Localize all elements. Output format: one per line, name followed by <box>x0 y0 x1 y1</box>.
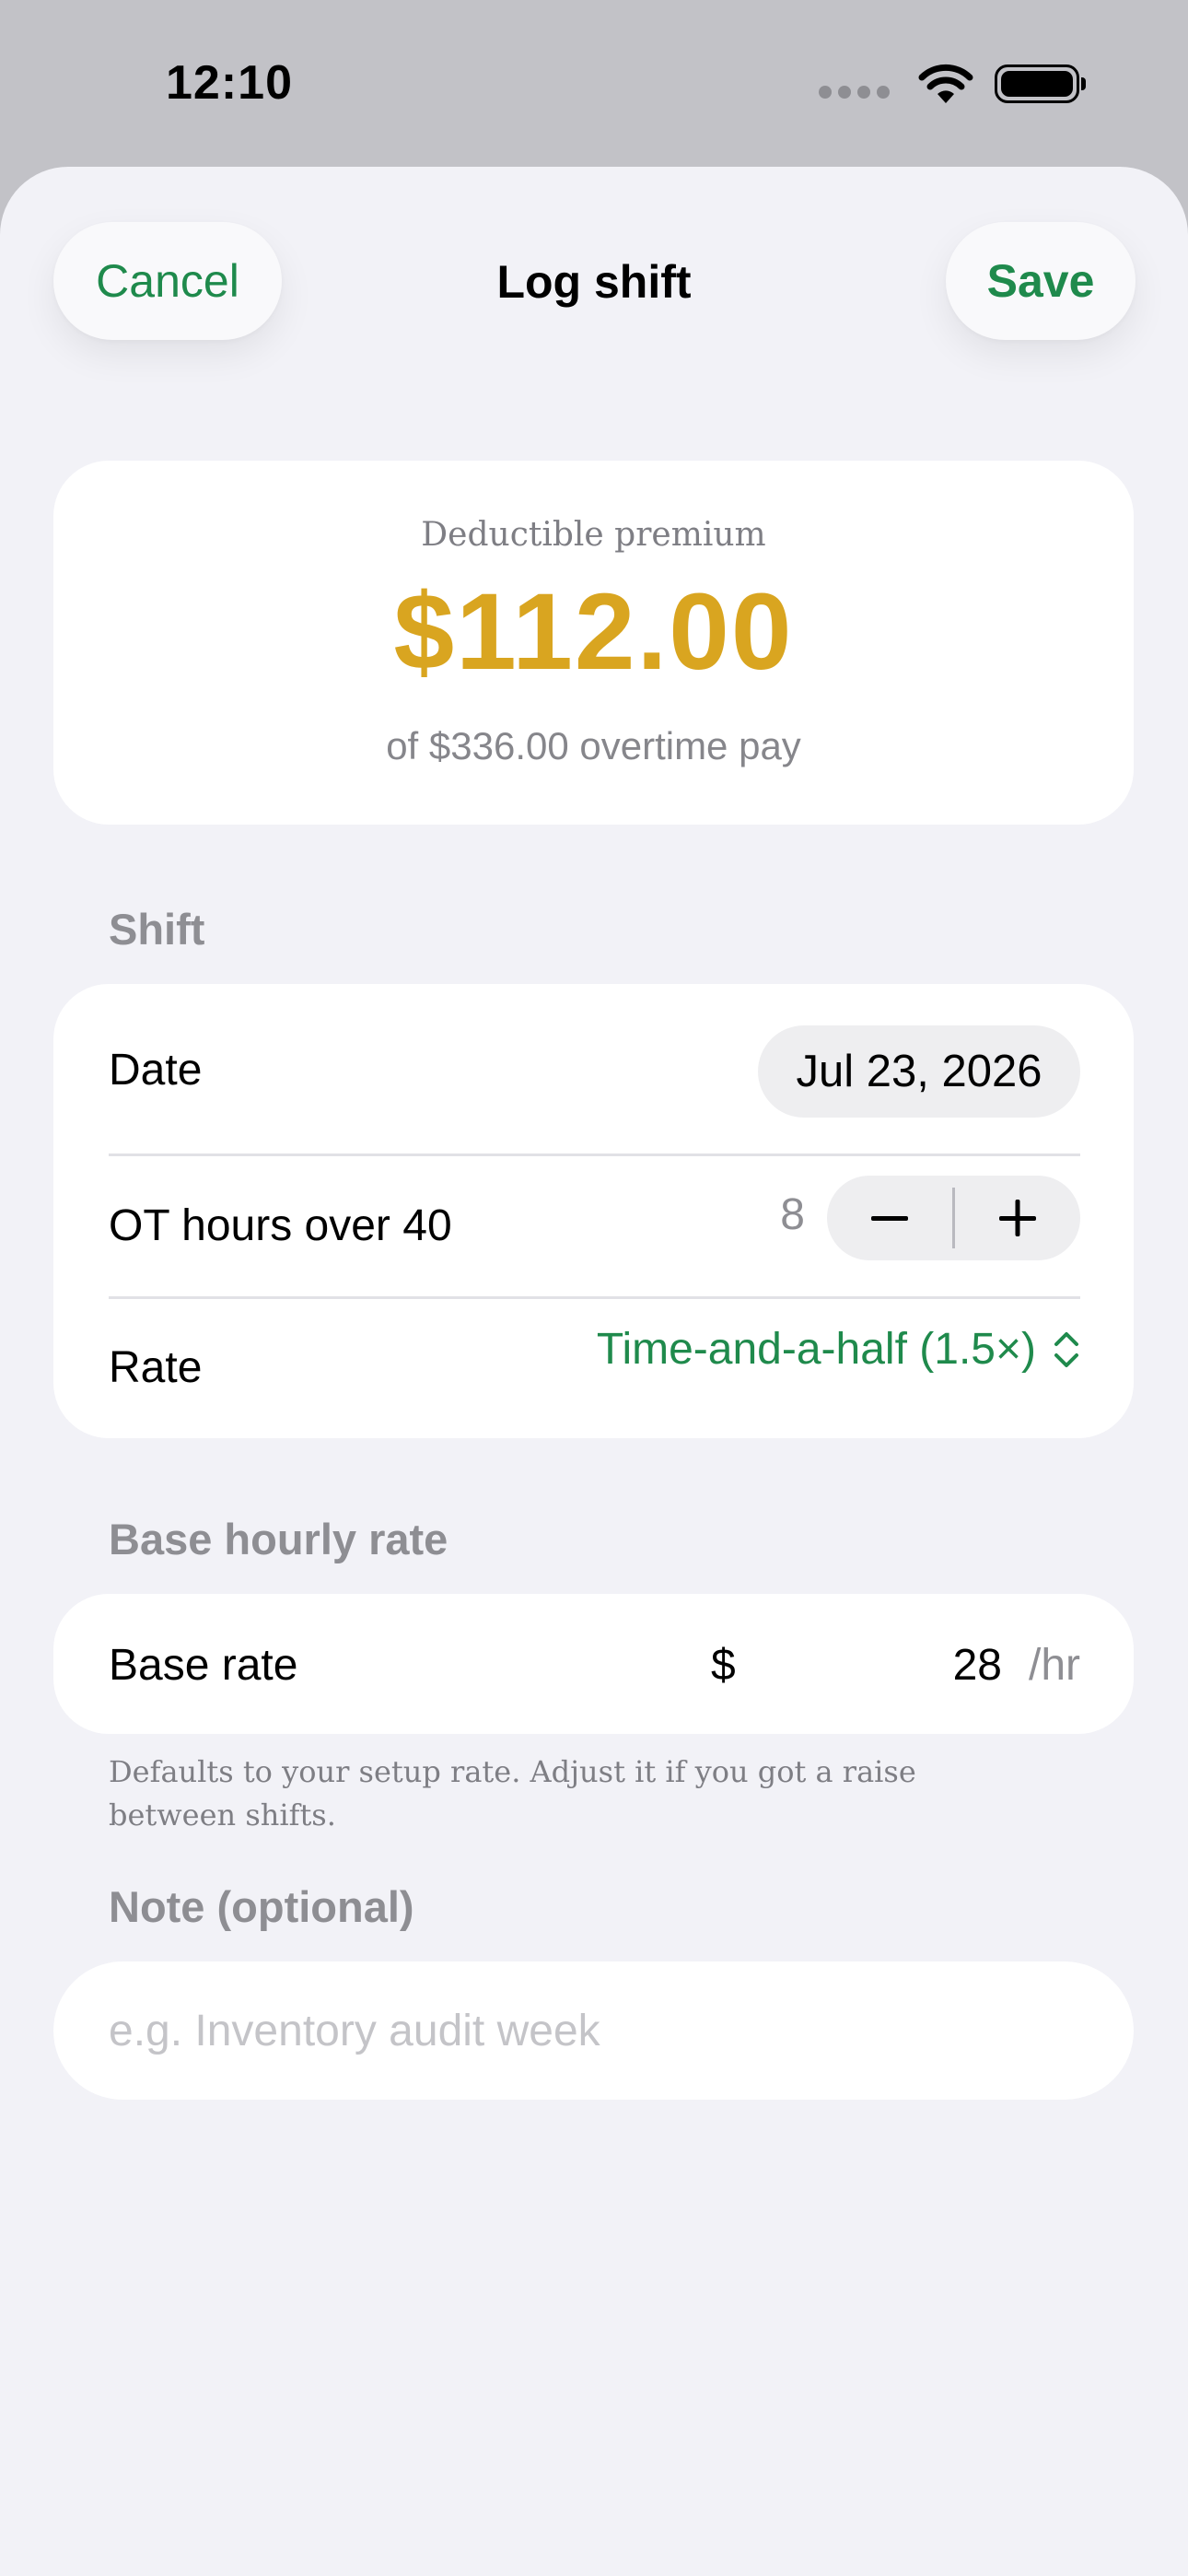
note-input[interactable] <box>109 1961 1085 2100</box>
base-rate-section-header: Base hourly rate <box>109 1515 448 1563</box>
log-shift-sheet: Cancel Log shift Save Deductible premium… <box>0 167 1188 2576</box>
cellular-dots-icon <box>819 86 890 99</box>
date-picker-button[interactable]: Jul 23, 2026 <box>758 1025 1080 1118</box>
chevron-up-down-icon <box>1054 1331 1078 1367</box>
overtime-pay-subtitle: of $336.00 overtime pay <box>386 724 801 767</box>
decrement-button[interactable] <box>827 1176 952 1260</box>
premium-amount: $112.00 <box>393 571 794 693</box>
rate-value: Time-and-a-half (1.5×) <box>596 1325 1036 1374</box>
premium-label: Deductible premium <box>421 516 766 554</box>
currency-symbol: $ <box>711 1641 736 1690</box>
ot-hours-label: OT hours over 40 <box>109 1201 452 1250</box>
ot-hours-row: OT hours over 40 8 <box>53 1156 1134 1297</box>
base-rate-input[interactable]: 28 <box>953 1640 1002 1691</box>
status-bar: 12:10 <box>0 0 1188 166</box>
plus-icon <box>999 1200 1036 1236</box>
save-button[interactable]: Save <box>946 222 1136 340</box>
status-icons <box>819 63 1086 105</box>
note-section-header: Note (optional) <box>109 1882 414 1931</box>
rate-picker[interactable]: Time-and-a-half (1.5×) <box>597 1324 1080 1375</box>
increment-button[interactable] <box>955 1176 1080 1260</box>
rate-row[interactable]: Rate Time-and-a-half (1.5×) <box>53 1298 1134 1438</box>
minus-icon <box>871 1216 908 1221</box>
shift-section-header: Shift <box>109 905 205 954</box>
status-time: 12:10 <box>166 56 293 110</box>
base-rate-label: Base rate <box>109 1641 298 1690</box>
premium-summary-card: Deductible premium $112.00 of $336.00 ov… <box>53 461 1134 825</box>
base-rate-card: Base rate $ 28 /hr <box>53 1594 1134 1734</box>
wifi-icon <box>918 64 973 103</box>
shift-card: Date Jul 23, 2026 OT hours over 40 8 Rat… <box>53 984 1134 1438</box>
base-rate-footnote: Defaults to your setup rate. Adjust it i… <box>109 1754 916 1832</box>
ot-hours-value: 8 <box>780 1190 805 1239</box>
battery-icon <box>995 64 1086 103</box>
ot-hours-stepper <box>827 1176 1080 1260</box>
per-hour-unit: /hr <box>1028 1641 1080 1690</box>
date-row: Date Jul 23, 2026 <box>53 984 1134 1155</box>
rate-label: Rate <box>109 1343 203 1392</box>
date-label: Date <box>109 1046 203 1095</box>
note-field[interactable] <box>53 1961 1134 2100</box>
